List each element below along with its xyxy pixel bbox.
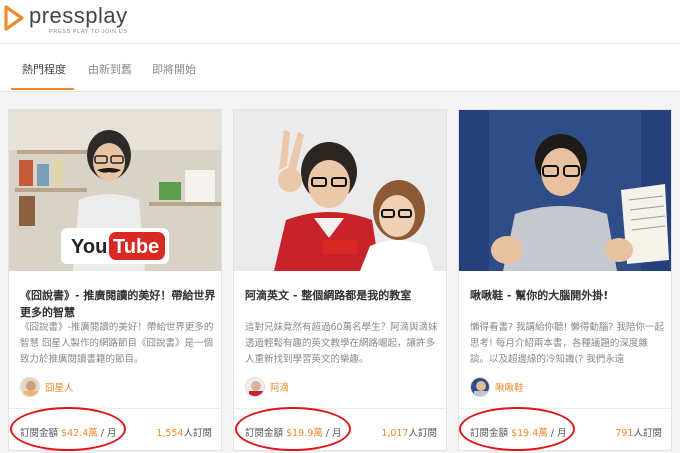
card-author[interactable]: 阿滴	[245, 377, 289, 397]
price-row: 訂閱金額 $42.4萬 / 月 1,554人訂閱	[20, 425, 212, 439]
logo-tagline: PRESS PLAY TO JOIN US	[49, 29, 128, 35]
price-label: 訂閱金額	[245, 428, 284, 439]
active-tab-indicator	[11, 88, 74, 90]
price-row: 訂閱金額 $19.9萬 / 月 1,017人訂閱	[245, 425, 437, 439]
avatar	[470, 377, 490, 397]
price-value: $19.4萬	[511, 428, 548, 439]
card-title[interactable]: 阿滴英文 - 整個網路都是我的教室	[245, 287, 441, 304]
author-name[interactable]: 囧星人	[45, 380, 74, 394]
card-title[interactable]: 《囧說書》- 推廣閱讀的美好！帶給世界更多的智慧	[20, 287, 216, 321]
avatar	[245, 377, 265, 397]
card-cover-image[interactable]	[459, 110, 671, 271]
subscriber-label: 人訂閱	[633, 428, 662, 439]
avatar	[20, 377, 40, 397]
top-header: pressplay PRESS PLAY TO JOIN US	[0, 0, 680, 44]
svg-text:You: You	[71, 236, 107, 258]
card-author[interactable]: 啾啾鞋	[470, 377, 524, 397]
play-logo-icon	[4, 5, 24, 31]
per-month: / 月	[325, 428, 342, 439]
price-value: $42.4萬	[61, 428, 98, 439]
subscriber-count: 1,017	[381, 428, 409, 439]
divider	[9, 408, 221, 409]
project-card[interactable]: 啾啾鞋 - 幫你的大腦開外掛! 懶得看書? 我講給你聽! 懶得動腦? 我陪你一起…	[458, 109, 672, 451]
svg-text:Tube: Tube	[113, 236, 159, 258]
price-label: 訂閱金額	[20, 428, 59, 439]
price-value: $19.9萬	[286, 428, 323, 439]
sort-tabs: 熱門程度 由新到舊 即將開始	[0, 44, 680, 92]
divider	[459, 408, 671, 409]
price-row: 訂閱金額 $19.4萬 / 月 791人訂閱	[470, 425, 662, 439]
divider	[234, 408, 446, 409]
logo-wordmark: pressplay	[29, 3, 128, 28]
author-name[interactable]: 阿滴	[270, 380, 289, 394]
card-cover-image[interactable]: You Tube	[9, 110, 221, 271]
tab-newest[interactable]: 由新到舊	[88, 61, 132, 77]
tab-upcoming[interactable]: 即將開始	[152, 61, 196, 77]
card-description: 《囧說書》-推廣閱讀的美好！帶給世界更多的智慧 囧星人製作的網路節目《囧說書》是…	[20, 322, 214, 365]
card-title[interactable]: 啾啾鞋 - 幫你的大腦開外掛!	[470, 287, 666, 304]
tab-popularity[interactable]: 熱門程度	[22, 61, 66, 77]
project-card[interactable]: 阿滴英文 - 整個網路都是我的教室 這對兄妹竟然有超過60萬名學生？阿滴與滴妹透…	[233, 109, 447, 451]
card-cover-image[interactable]	[234, 110, 446, 271]
author-name[interactable]: 啾啾鞋	[495, 380, 524, 394]
subscriber-count: 791	[615, 428, 634, 439]
project-card[interactable]: You Tube 《囧說書》- 推廣閱讀的美好！帶給世界更多的智慧 《囧說書》-…	[8, 109, 222, 451]
subscriber-label: 人訂閱	[183, 428, 212, 439]
card-description: 這對兄妹竟然有超過60萬名學生？阿滴與滴妹透過輕鬆有趣的英文教學在網路崛起，讓許…	[245, 322, 438, 365]
per-month: / 月	[100, 428, 117, 439]
card-description: 懶得看書? 我講給你聽! 懶得動腦? 我陪你一起思考! 每月介紹兩本書，各種議題…	[470, 322, 664, 365]
subscriber-count: 1,554	[156, 428, 184, 439]
pressplay-logo[interactable]: pressplay PRESS PLAY TO JOIN US	[3, 4, 128, 35]
card-author[interactable]: 囧星人	[20, 377, 74, 397]
per-month: / 月	[550, 428, 567, 439]
subscriber-label: 人訂閱	[408, 428, 437, 439]
price-label: 訂閱金額	[470, 428, 509, 439]
